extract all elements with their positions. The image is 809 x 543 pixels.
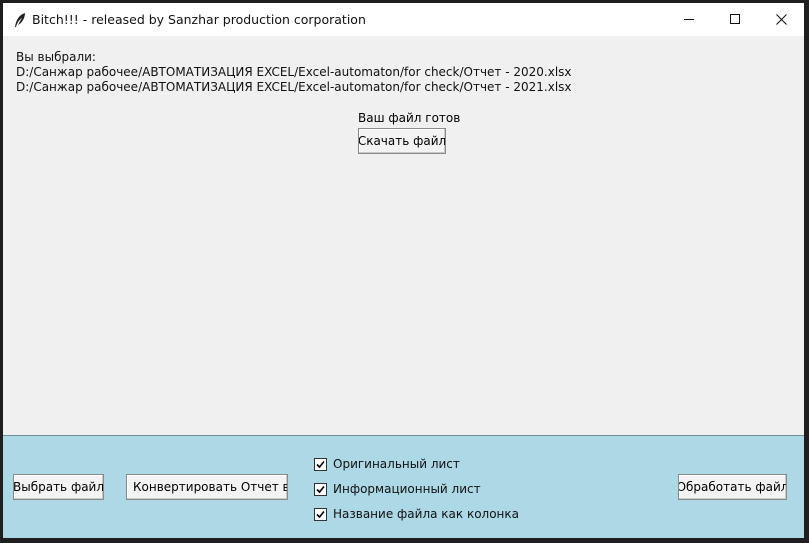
option-info-sheet[interactable]: Информационный лист [314,481,481,497]
checkmark-icon [316,510,325,518]
minimize-button[interactable] [666,3,712,36]
download-file-button[interactable]: Скачать файл [358,128,446,154]
checkmark-icon [316,485,325,493]
feather-icon [15,13,25,27]
app-window: Bitch!!! - released by Sanzhar productio… [3,3,804,538]
checkmark-icon [316,460,325,468]
option-filename-column[interactable]: Название файла как колонка [314,506,519,522]
checkbox-label: Название файла как колонка [333,507,519,521]
checkbox[interactable] [314,482,327,496]
option-original-sheet[interactable]: Оригинальный лист [314,456,460,472]
selected-file-path: D:/Санжар рабочее/АВТОМАТИЗАЦИЯ EXCEL/Ex… [16,80,572,94]
checkbox-label: Оригинальный лист [333,457,460,471]
checkbox[interactable] [314,457,327,471]
process-file-button[interactable]: Обработать файл [678,474,787,500]
title-bar[interactable]: Bitch!!! - released by Sanzhar productio… [3,3,804,36]
minimize-icon [683,19,694,20]
window-title: Bitch!!! - released by Sanzhar productio… [32,12,366,27]
selection-heading: Вы выбрали: [16,50,96,64]
checkbox[interactable] [314,507,327,521]
controls-panel: Выбрать файл Конвертировать Отчет в таб … [3,435,804,538]
convert-report-button[interactable]: Конвертировать Отчет в таб [126,474,288,500]
close-icon [775,14,787,25]
maximize-icon [729,14,740,24]
close-button[interactable] [758,3,804,36]
checkbox-label: Информационный лист [333,482,481,496]
select-file-button[interactable]: Выбрать файл [13,474,104,500]
selected-file-path: D:/Санжар рабочее/АВТОМАТИЗАЦИЯ EXCEL/Ex… [16,65,572,79]
status-message: Ваш файл готов [358,111,461,125]
maximize-button[interactable] [712,3,758,36]
